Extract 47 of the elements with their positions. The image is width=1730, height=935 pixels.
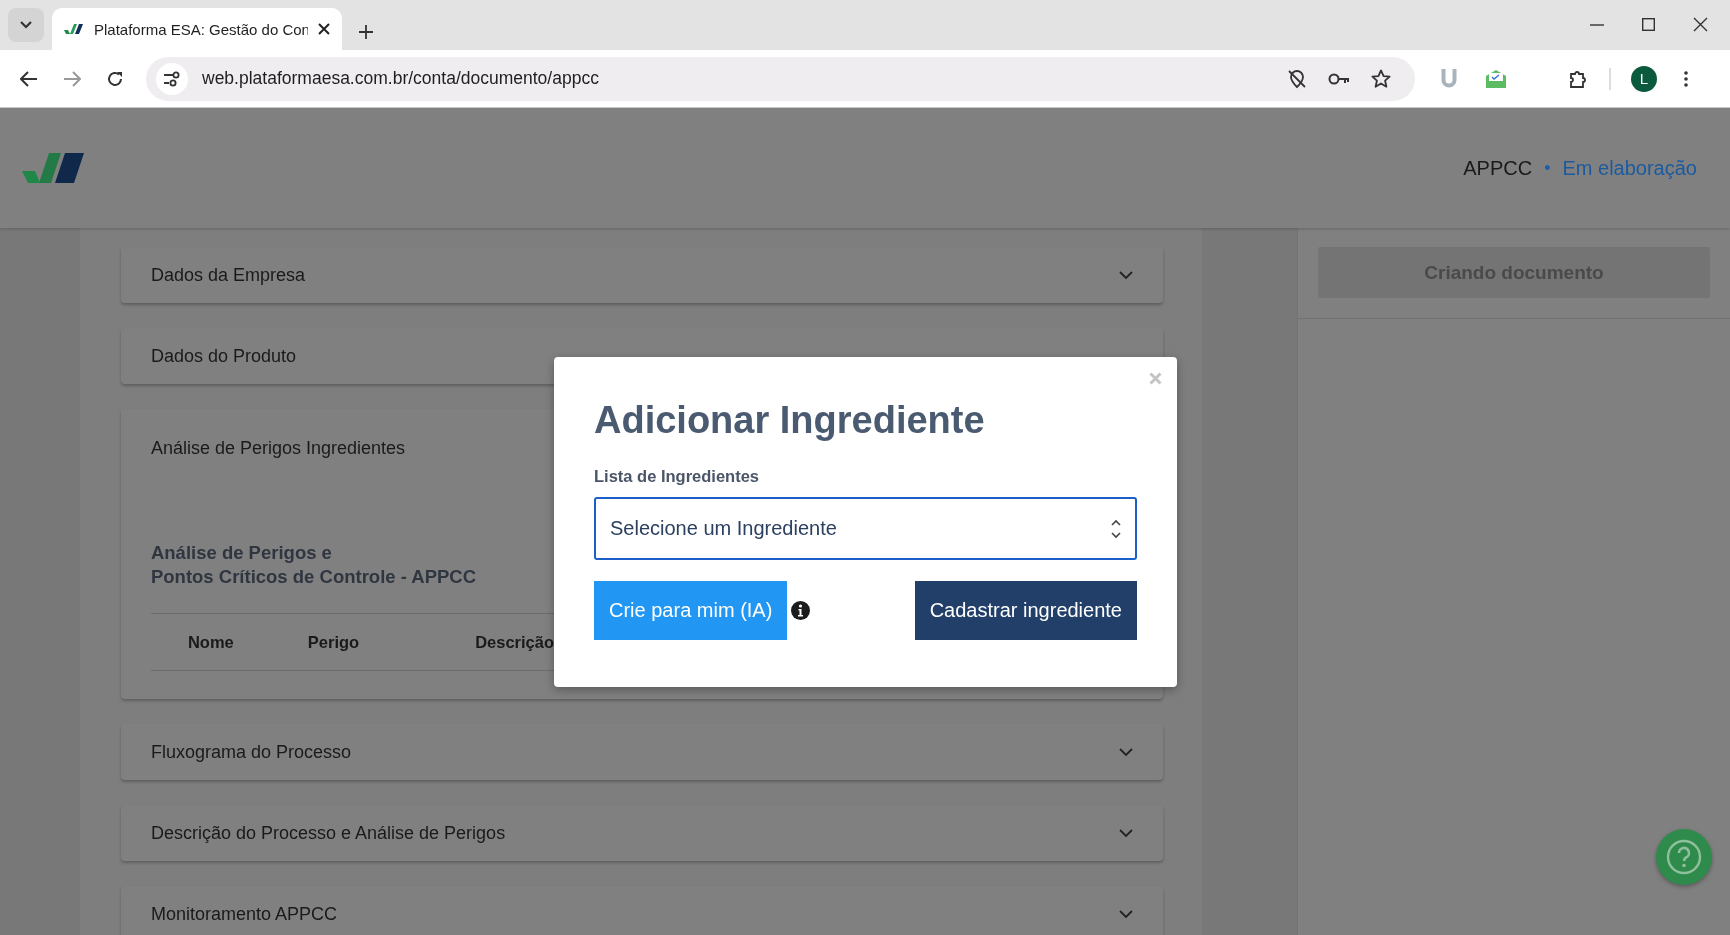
help-icon bbox=[1666, 839, 1702, 875]
document-status: Em elaboração bbox=[1562, 156, 1697, 180]
profile-avatar[interactable]: L bbox=[1631, 65, 1657, 92]
location-off-icon[interactable] bbox=[1287, 68, 1307, 89]
ingredient-select[interactable]: Selecione um Ingrediente bbox=[594, 497, 1137, 560]
address-bar[interactable]: web.plataformaesa.com.br/conta/documento/appcc bbox=[146, 56, 1415, 101]
chevron-down-icon[interactable] bbox=[1119, 270, 1134, 280]
logo-icon bbox=[64, 23, 84, 35]
document-name: APPCC bbox=[1463, 156, 1533, 180]
browser-tab[interactable]: Plataforma ESA: Gestão do Con bbox=[52, 8, 342, 50]
section-title[interactable]: Fluxograma do Processo bbox=[150, 741, 1120, 763]
column-header: Nome bbox=[187, 632, 234, 652]
chevron-down-icon[interactable] bbox=[1119, 909, 1134, 919]
sort-arrows-icon bbox=[1111, 518, 1121, 539]
chevron-down-icon bbox=[19, 20, 33, 30]
column-header: Perigo bbox=[307, 632, 360, 652]
key-icon[interactable] bbox=[1328, 71, 1350, 86]
envelope-extension-icon[interactable] bbox=[1485, 68, 1507, 89]
close-icon[interactable] bbox=[318, 23, 330, 35]
chevron-down-icon[interactable] bbox=[1119, 747, 1134, 757]
minimize-icon[interactable] bbox=[1590, 23, 1604, 26]
separator-dot: • bbox=[1544, 157, 1551, 179]
back-icon[interactable] bbox=[20, 70, 38, 87]
ai-create-button[interactable]: Crie para mim (IA) bbox=[594, 581, 788, 640]
new-tab-icon[interactable] bbox=[358, 24, 374, 40]
column-header: Descrição bbox=[475, 632, 555, 652]
logo[interactable] bbox=[22, 152, 84, 184]
forward-icon[interactable] bbox=[63, 70, 81, 87]
field-label: Lista de Ingredientes bbox=[594, 467, 761, 486]
close-icon[interactable] bbox=[1693, 17, 1708, 32]
register-ingredient-button[interactable]: Cadastrar ingrediente bbox=[914, 581, 1137, 640]
chevron-down-icon[interactable] bbox=[1119, 828, 1134, 838]
menu-icon[interactable] bbox=[1684, 70, 1688, 87]
info-icon[interactable] bbox=[791, 601, 811, 620]
section-heading: Análise de Perigos e Pontos Críticos de Controle - APPCC bbox=[150, 541, 478, 589]
extensions-icon[interactable] bbox=[1569, 68, 1589, 89]
url-text: web.plataformaesa.com.br/conta/documento/appcc bbox=[202, 68, 600, 89]
maximize-icon[interactable] bbox=[1642, 18, 1655, 31]
star-icon[interactable] bbox=[1371, 69, 1391, 88]
section-title[interactable]: Descrição do Processo e Análise de Perigos bbox=[150, 822, 1120, 844]
tab-title: Plataforma ESA: Gestão do Con bbox=[94, 20, 308, 38]
modal-title: Adicionar Ingrediente bbox=[594, 398, 986, 443]
site-settings-icon[interactable] bbox=[163, 70, 181, 87]
section-title[interactable]: Dados da Empresa bbox=[150, 264, 1120, 286]
tab-list-button[interactable] bbox=[8, 8, 44, 42]
reload-icon[interactable] bbox=[106, 69, 124, 88]
section-title[interactable]: Monitoramento APPCC bbox=[150, 903, 1120, 925]
